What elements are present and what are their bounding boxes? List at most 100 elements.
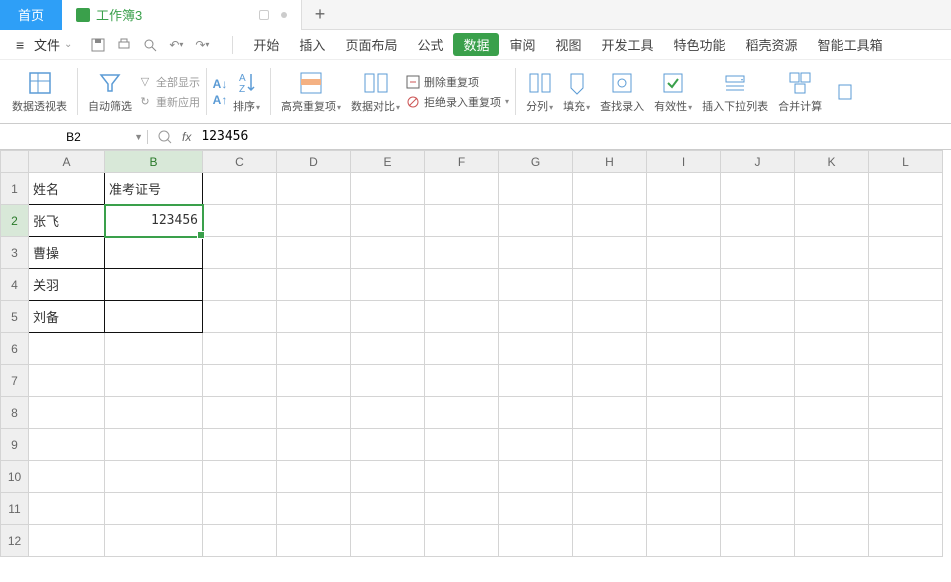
cell-B9[interactable] xyxy=(105,429,203,461)
cell-I4[interactable] xyxy=(647,269,721,301)
data-compare-button[interactable]: 数据对比▾ xyxy=(347,64,404,119)
cell-H9[interactable] xyxy=(573,429,647,461)
cell-J6[interactable] xyxy=(721,333,795,365)
fill-button[interactable]: 填充▾ xyxy=(559,64,594,119)
cancel-formula-icon[interactable] xyxy=(158,130,172,144)
cell-F3[interactable] xyxy=(425,237,499,269)
cell-K4[interactable] xyxy=(795,269,869,301)
cell-L2[interactable] xyxy=(869,205,943,237)
cell-K8[interactable] xyxy=(795,397,869,429)
cell-L12[interactable] xyxy=(869,525,943,557)
spreadsheet-grid[interactable]: ABCDEFGHIJKL1姓名准考证号2张飞1234563曹操4关羽5刘备678… xyxy=(0,150,951,580)
cell-A12[interactable] xyxy=(29,525,105,557)
cell-A2[interactable]: 张飞 xyxy=(29,205,105,237)
cell-F10[interactable] xyxy=(425,461,499,493)
menu-开发工具[interactable]: 开发工具 xyxy=(592,35,664,54)
cell-L9[interactable] xyxy=(869,429,943,461)
cell-K11[interactable] xyxy=(795,493,869,525)
cell-A10[interactable] xyxy=(29,461,105,493)
cell-E4[interactable] xyxy=(351,269,425,301)
row-header-10[interactable]: 10 xyxy=(1,461,29,493)
name-box-caret-icon[interactable]: ▼ xyxy=(134,132,143,142)
col-header-L[interactable]: L xyxy=(869,151,943,173)
row-header-7[interactable]: 7 xyxy=(1,365,29,397)
cell-L6[interactable] xyxy=(869,333,943,365)
remove-duplicates-button[interactable]: 删除重复项 xyxy=(406,74,509,90)
cell-H12[interactable] xyxy=(573,525,647,557)
cell-K6[interactable] xyxy=(795,333,869,365)
col-header-H[interactable]: H xyxy=(573,151,647,173)
cell-C9[interactable] xyxy=(203,429,277,461)
cell-H4[interactable] xyxy=(573,269,647,301)
cell-G12[interactable] xyxy=(499,525,573,557)
menu-智能工具箱[interactable]: 智能工具箱 xyxy=(808,35,893,54)
cell-I8[interactable] xyxy=(647,397,721,429)
cell-H1[interactable] xyxy=(573,173,647,205)
cell-J8[interactable] xyxy=(721,397,795,429)
name-box[interactable]: ▼ xyxy=(0,130,148,144)
cell-C4[interactable] xyxy=(203,269,277,301)
cell-H7[interactable] xyxy=(573,365,647,397)
save-icon[interactable] xyxy=(90,37,106,53)
cell-B3[interactable] xyxy=(105,237,203,269)
cell-H11[interactable] xyxy=(573,493,647,525)
cell-B12[interactable] xyxy=(105,525,203,557)
cell-D11[interactable] xyxy=(277,493,351,525)
cell-F6[interactable] xyxy=(425,333,499,365)
sort-button[interactable]: AZ 排序▾ xyxy=(229,64,264,119)
cell-L4[interactable] xyxy=(869,269,943,301)
cell-L10[interactable] xyxy=(869,461,943,493)
cell-E10[interactable] xyxy=(351,461,425,493)
cell-E7[interactable] xyxy=(351,365,425,397)
cell-A3[interactable]: 曹操 xyxy=(29,237,105,269)
tab-close-icon[interactable] xyxy=(259,10,269,20)
cell-E6[interactable] xyxy=(351,333,425,365)
cell-B10[interactable] xyxy=(105,461,203,493)
cell-J10[interactable] xyxy=(721,461,795,493)
col-header-A[interactable]: A xyxy=(29,151,105,173)
cell-L5[interactable] xyxy=(869,301,943,333)
cell-C2[interactable] xyxy=(203,205,277,237)
cell-B8[interactable] xyxy=(105,397,203,429)
row-header-8[interactable]: 8 xyxy=(1,397,29,429)
sort-desc-icon[interactable]: A↑ xyxy=(213,93,227,107)
cell-A1[interactable]: 姓名 xyxy=(29,173,105,205)
col-header-G[interactable]: G xyxy=(499,151,573,173)
col-header-I[interactable]: I xyxy=(647,151,721,173)
cell-F8[interactable] xyxy=(425,397,499,429)
autofilter-button[interactable]: 自动筛选 xyxy=(84,64,136,119)
cell-F9[interactable] xyxy=(425,429,499,461)
cell-D10[interactable] xyxy=(277,461,351,493)
cell-I10[interactable] xyxy=(647,461,721,493)
cell-reference-input[interactable] xyxy=(8,130,139,144)
cell-C8[interactable] xyxy=(203,397,277,429)
highlight-duplicates-button[interactable]: 高亮重复项▾ xyxy=(277,64,345,119)
cell-H6[interactable] xyxy=(573,333,647,365)
tab-add-button[interactable]: + xyxy=(302,0,338,30)
cell-K9[interactable] xyxy=(795,429,869,461)
cell-C3[interactable] xyxy=(203,237,277,269)
cell-A8[interactable] xyxy=(29,397,105,429)
row-header-12[interactable]: 12 xyxy=(1,525,29,557)
menu-视图[interactable]: 视图 xyxy=(546,35,592,54)
tab-workbook[interactable]: 工作簿3 xyxy=(62,0,302,30)
cell-F4[interactable] xyxy=(425,269,499,301)
sort-asc-icon[interactable]: A↓ xyxy=(213,77,227,91)
cell-K3[interactable] xyxy=(795,237,869,269)
cell-E2[interactable] xyxy=(351,205,425,237)
cell-B1[interactable]: 准考证号 xyxy=(105,173,203,205)
cell-G8[interactable] xyxy=(499,397,573,429)
cell-D1[interactable] xyxy=(277,173,351,205)
cell-G3[interactable] xyxy=(499,237,573,269)
cell-G9[interactable] xyxy=(499,429,573,461)
cell-D12[interactable] xyxy=(277,525,351,557)
menu-开始[interactable]: 开始 xyxy=(243,35,289,54)
menu-公式[interactable]: 公式 xyxy=(407,35,453,54)
cell-H5[interactable] xyxy=(573,301,647,333)
tab-home[interactable]: 首页 xyxy=(0,0,62,30)
reject-duplicates-button[interactable]: 拒绝录入重复项▾ xyxy=(406,94,509,110)
cell-B5[interactable] xyxy=(105,301,203,333)
cell-A6[interactable] xyxy=(29,333,105,365)
cell-C1[interactable] xyxy=(203,173,277,205)
col-header-K[interactable]: K xyxy=(795,151,869,173)
